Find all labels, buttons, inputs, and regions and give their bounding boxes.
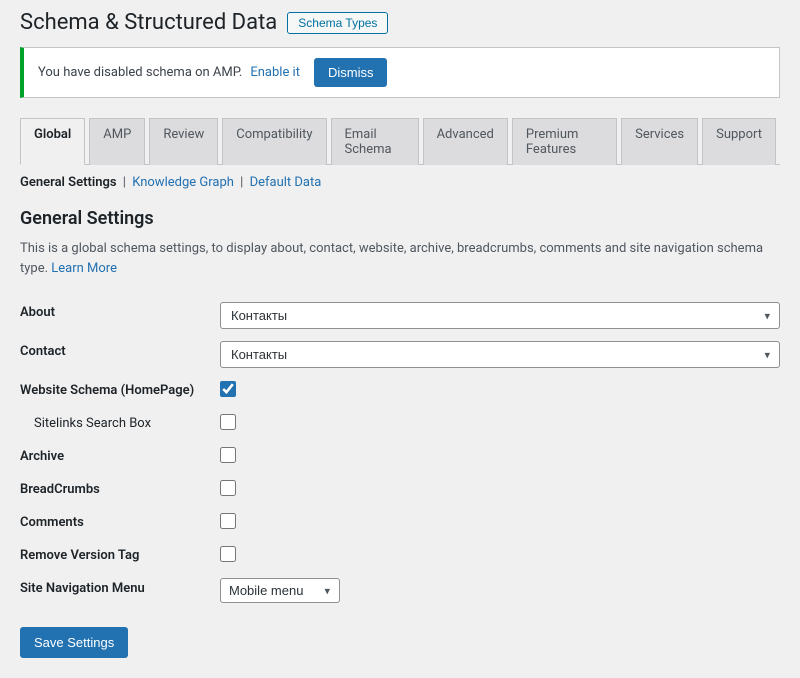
website-schema-label: Website Schema (HomePage) [20,374,220,407]
sitelinks-label: Sitelinks Search Box [20,407,220,440]
remove-version-label: Remove Version Tag [20,539,220,572]
section-title: General Settings [20,208,780,229]
tab-services[interactable]: Services [621,118,698,165]
remove-version-checkbox[interactable] [220,546,236,562]
tab-support[interactable]: Support [702,118,776,165]
sitelinks-checkbox[interactable] [220,414,236,430]
tab-compatibility[interactable]: Compatibility [222,118,326,165]
website-schema-checkbox[interactable] [220,381,236,397]
about-label: About [20,296,220,335]
enable-link[interactable]: Enable it [250,65,300,80]
page-title: Schema & Structured Data [20,10,277,35]
comments-label: Comments [20,506,220,539]
archive-checkbox[interactable] [220,447,236,463]
section-description: This is a global schema settings, to dis… [20,239,780,278]
notice-text: You have disabled schema on AMP. [38,65,242,80]
tab-advanced[interactable]: Advanced [423,118,508,165]
subnav: General Settings | Knowledge Graph | Def… [20,175,780,190]
tabs-nav: GlobalAMPReviewCompatibilityEmail Schema… [20,118,780,165]
notice-bar: You have disabled schema on AMP. Enable … [20,47,780,98]
subnav-current: General Settings [20,175,117,190]
tab-email-schema[interactable]: Email Schema [331,118,419,165]
tab-premium-features[interactable]: Premium Features [512,118,617,165]
subnav-knowledge-graph[interactable]: Knowledge Graph [132,175,234,190]
learn-more-link[interactable]: Learn More [51,261,117,276]
contact-label: Contact [20,335,220,374]
save-settings-button[interactable]: Save Settings [20,627,128,658]
subnav-default-data[interactable]: Default Data [250,175,322,190]
breadcrumbs-checkbox[interactable] [220,480,236,496]
comments-checkbox[interactable] [220,513,236,529]
archive-label: Archive [20,440,220,473]
about-select[interactable]: Контакты [220,302,780,329]
site-nav-select[interactable]: Mobile menu [220,578,340,603]
dismiss-button[interactable]: Dismiss [314,58,388,87]
schema-types-button[interactable]: Schema Types [287,12,388,34]
tab-review[interactable]: Review [149,118,218,165]
tab-global[interactable]: Global [20,118,85,165]
site-nav-label: Site Navigation Menu [20,572,220,609]
tab-amp[interactable]: AMP [89,118,145,165]
contact-select[interactable]: Контакты [220,341,780,368]
breadcrumbs-label: BreadCrumbs [20,473,220,506]
